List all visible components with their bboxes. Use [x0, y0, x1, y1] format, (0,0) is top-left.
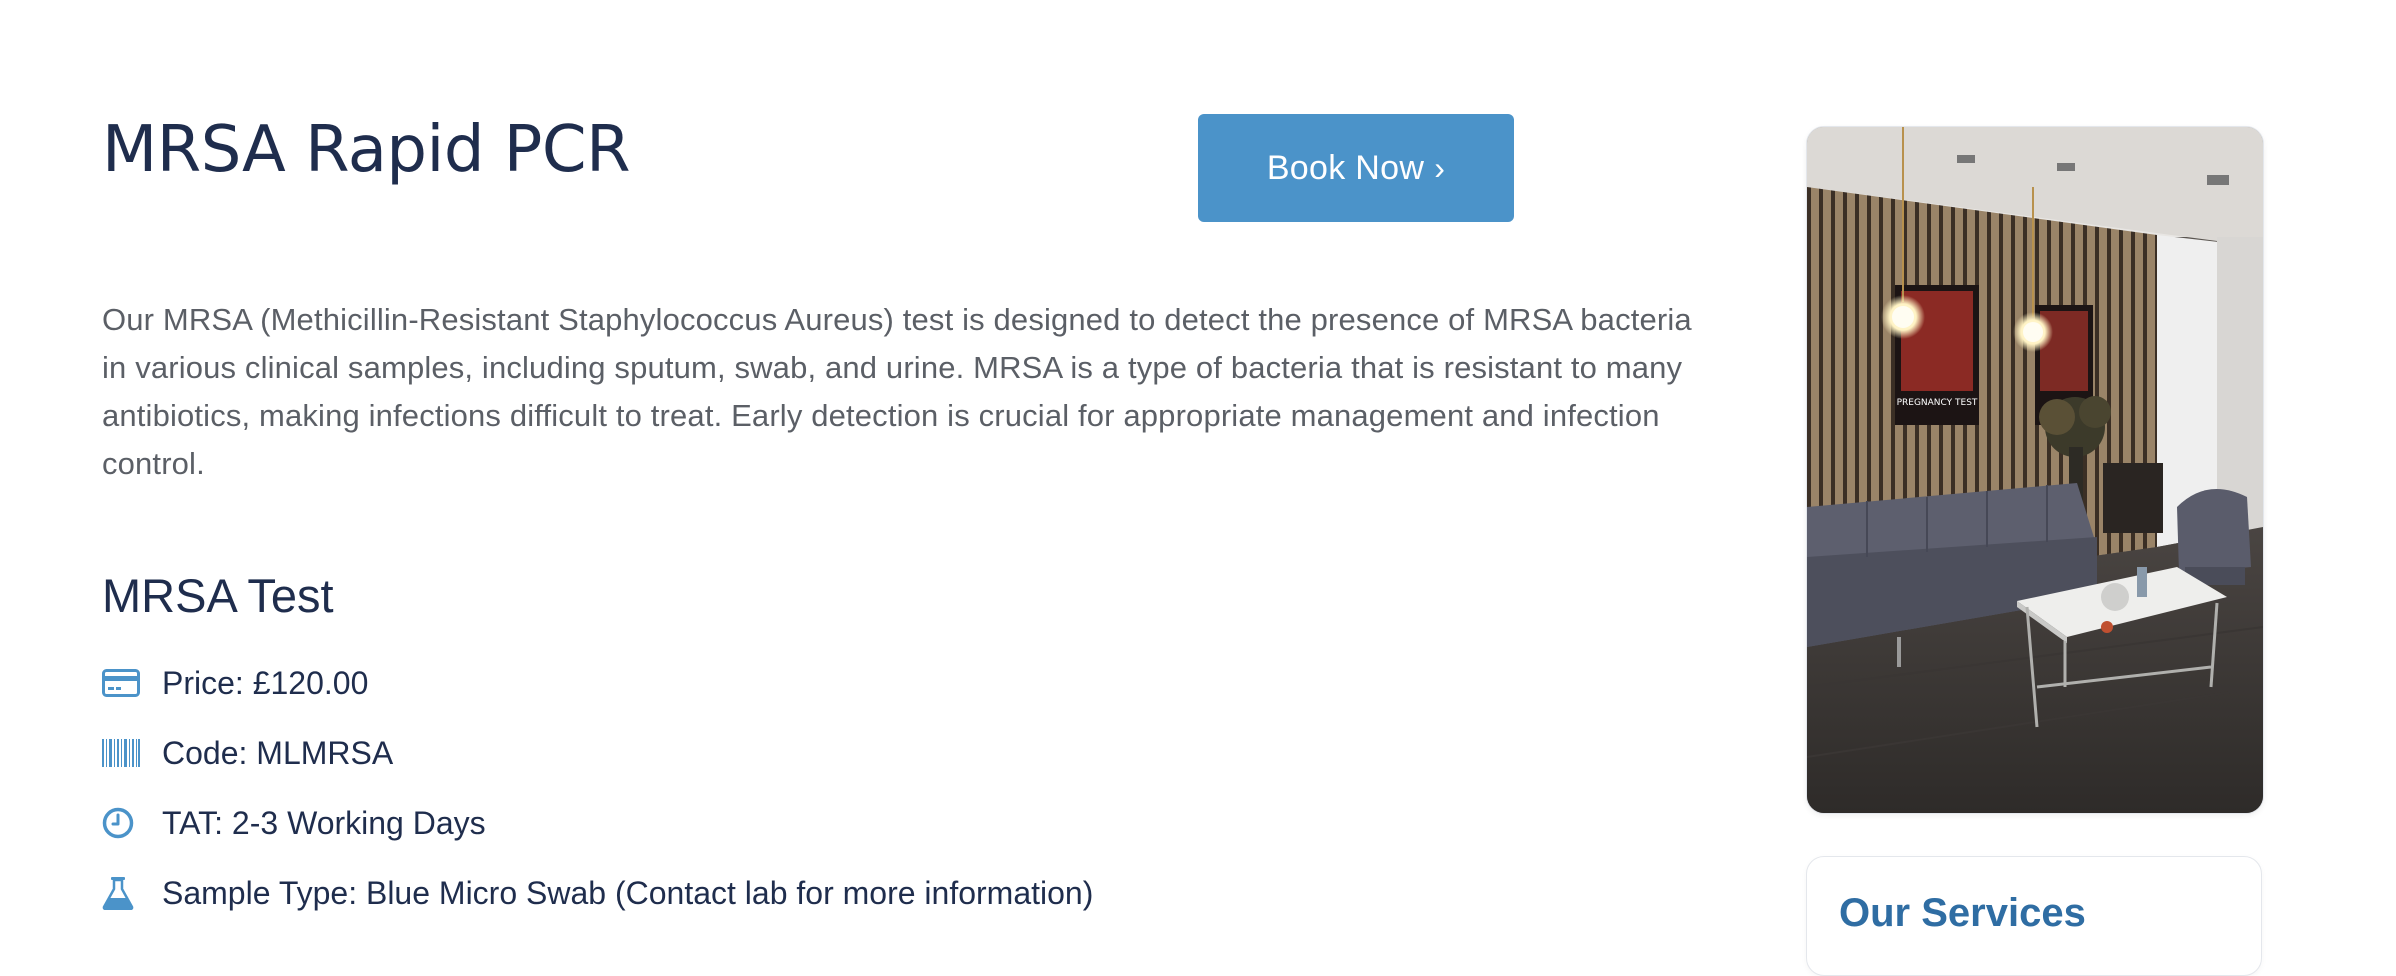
test-details-list: Price: £120.00 Code: MLMRSA TAT: 2-3 Wor… — [102, 648, 1702, 928]
price-text: Price: £120.00 — [162, 664, 369, 701]
product-description: Our MRSA (Methicillin-Resistant Staphylo… — [102, 302, 1692, 481]
poster-text: PREGNANCY TEST — [1897, 398, 1978, 408]
code-item: Code: MLMRSA — [102, 718, 1702, 788]
page-title: MRSA Rapid PCR — [102, 113, 631, 187]
sample-type-text: Sample Type: Blue Micro Swab (Contact la… — [162, 874, 1094, 911]
clock-icon — [102, 803, 162, 843]
chevron-right-icon: › — [1434, 150, 1446, 186]
flask-icon — [102, 873, 162, 913]
tat-item: TAT: 2-3 Working Days — [102, 788, 1702, 858]
price-item: Price: £120.00 — [102, 648, 1702, 718]
code-text: Code: MLMRSA — [162, 734, 394, 771]
credit-card-icon — [102, 663, 162, 703]
sample-type-item: Sample Type: Blue Micro Swab (Contact la… — [102, 858, 1702, 928]
our-services-title: Our Services — [1839, 891, 2086, 935]
our-services-card: Our Services — [1806, 856, 2262, 976]
book-now-button[interactable]: Book Now › — [1198, 114, 1514, 222]
tat-text: TAT: 2-3 Working Days — [162, 804, 486, 841]
book-now-label: Book Now — [1266, 148, 1425, 187]
clinic-waiting-room-photo: PREGNANCY TEST — [1806, 126, 2264, 814]
barcode-icon — [102, 733, 162, 773]
test-heading: MRSA Test — [102, 569, 334, 622]
